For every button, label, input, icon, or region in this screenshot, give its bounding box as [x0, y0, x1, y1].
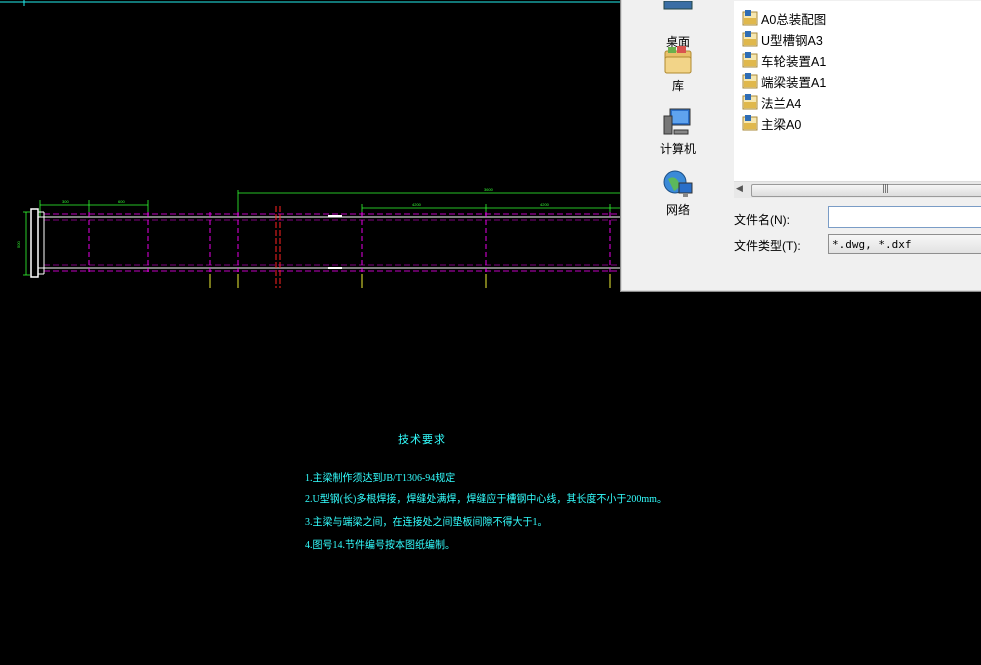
computer-icon [663, 108, 691, 135]
dim-text-7: 500 [16, 241, 21, 248]
notes-line-4: 4.图号14.节件编号按本图纸编制。 [305, 539, 455, 552]
dwg-file-icon [742, 94, 758, 110]
file-item[interactable]: 主梁A0 [742, 114, 801, 132]
open-file-dialog: 桌面 库 计算机 网络 A0总装配图 U型槽钢A3 车轮装置A1 端梁装置A1 … [620, 0, 981, 292]
scroll-left-icon[interactable]: ◀ [736, 184, 743, 194]
library-icon [664, 46, 692, 74]
file-item[interactable]: U型槽钢A3 [742, 30, 823, 48]
file-name: U型槽钢A3 [761, 33, 823, 48]
network-icon [663, 170, 693, 197]
place-label: 计算机 [659, 142, 696, 156]
white-mark-top [328, 215, 342, 217]
file-name: 车轮装置A1 [761, 54, 827, 69]
place-computer[interactable]: 计算机 [625, 108, 731, 157]
place-library[interactable]: 库 [625, 45, 731, 94]
filetype-select[interactable]: *.dwg, *.dxf [828, 234, 981, 254]
yellow-markers [209, 274, 611, 288]
desktop-icon [663, 1, 693, 10]
white-mark-bottom [328, 267, 342, 269]
dim-text-2: 600 [118, 199, 125, 204]
place-label: 网络 [665, 203, 690, 217]
dim-text-5: 4200 [412, 202, 422, 207]
file-list[interactable]: A0总装配图 U型槽钢A3 车轮装置A1 端梁装置A1 法兰A4 主梁A0 [734, 1, 981, 181]
file-name: 端梁装置A1 [761, 75, 827, 90]
notes-line-2: 2.U型钢(长)多根焊接，焊缝处满焊，焊缝应于槽钢中心线，其长度不小于200mm… [305, 493, 667, 506]
upper-dimension-chain [23, 190, 620, 276]
place-desktop[interactable]: 桌面 [625, 1, 731, 50]
file-item[interactable]: 端梁装置A1 [742, 72, 826, 90]
filename-label: 文件名(N): [734, 211, 790, 228]
horizontal-scrollbar[interactable]: ◀ ||| [734, 181, 981, 198]
filetype-label: 文件类型(T): [734, 237, 801, 254]
notes-line-1: 1.主梁制作须达到JB/T1306-94规定 [305, 472, 456, 485]
file-name: 主梁A0 [761, 117, 802, 132]
places-bar: 桌面 库 计算机 网络 [625, 1, 731, 273]
section-lines [88, 212, 611, 272]
place-network[interactable]: 网络 [625, 169, 731, 218]
file-item[interactable]: 车轮装置A1 [742, 51, 826, 69]
filename-label-text: 文件名(N): [734, 213, 790, 227]
notes-title: 技术要求 [398, 434, 446, 446]
break-lines [275, 206, 281, 288]
filename-input[interactable] [828, 206, 981, 228]
dwg-file-icon [742, 31, 758, 47]
place-label: 库 [671, 79, 684, 93]
scroll-grip: ||| [882, 184, 889, 194]
file-item[interactable]: A0总装配图 [742, 9, 826, 27]
end-flange [30, 208, 39, 278]
dim-text-1: 300 [62, 199, 69, 204]
filetype-label-text: 文件类型(T): [734, 239, 801, 253]
scrollbar-thumb[interactable]: ||| [751, 184, 981, 197]
dwg-file-icon [742, 115, 758, 131]
dim-text-6: 4200 [540, 202, 550, 207]
dwg-file-icon [742, 10, 758, 26]
notes-line-3: 3.主梁与端梁之间，在连接处之间垫板间隙不得大于1。 [305, 516, 548, 529]
file-item[interactable]: 法兰A4 [742, 93, 801, 111]
dwg-file-icon [742, 52, 758, 68]
main-beam [30, 208, 620, 278]
file-name: A0总装配图 [761, 12, 827, 27]
dwg-file-icon [742, 73, 758, 89]
dim-text-3: 3600 [484, 187, 494, 192]
file-name: 法兰A4 [761, 96, 802, 111]
filetype-value: *.dwg, *.dxf [832, 238, 912, 251]
